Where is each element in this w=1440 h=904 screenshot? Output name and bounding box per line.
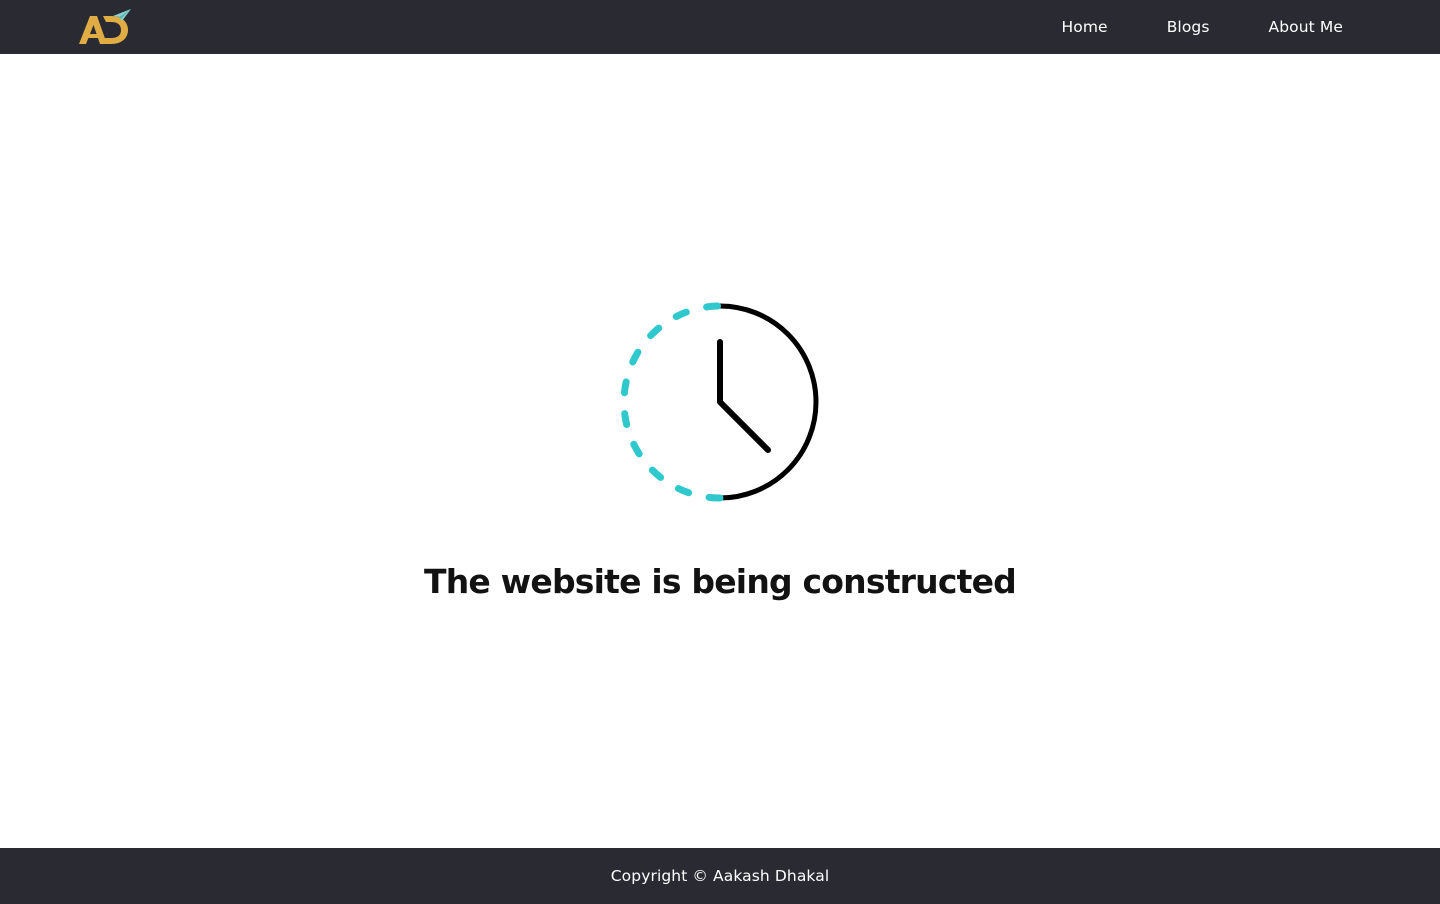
- main-nav: Home Blogs About Me: [1062, 0, 1344, 54]
- nav-link-home[interactable]: Home: [1062, 18, 1108, 36]
- site-footer: Copyright © Aakash Dhakal: [0, 848, 1440, 904]
- site-logo[interactable]: [78, 7, 132, 47]
- main-content: The website is being constructed: [0, 54, 1440, 848]
- half-dashed-clock-icon: [620, 302, 819, 502]
- construction-headline: The website is being constructed: [424, 562, 1017, 601]
- copyright-text: Copyright © Aakash Dhakal: [610, 867, 830, 885]
- top-navbar: Home Blogs About Me: [0, 0, 1440, 54]
- ad-logo-icon: [79, 9, 131, 44]
- nav-link-about-me[interactable]: About Me: [1269, 18, 1343, 36]
- nav-link-blogs[interactable]: Blogs: [1167, 18, 1210, 36]
